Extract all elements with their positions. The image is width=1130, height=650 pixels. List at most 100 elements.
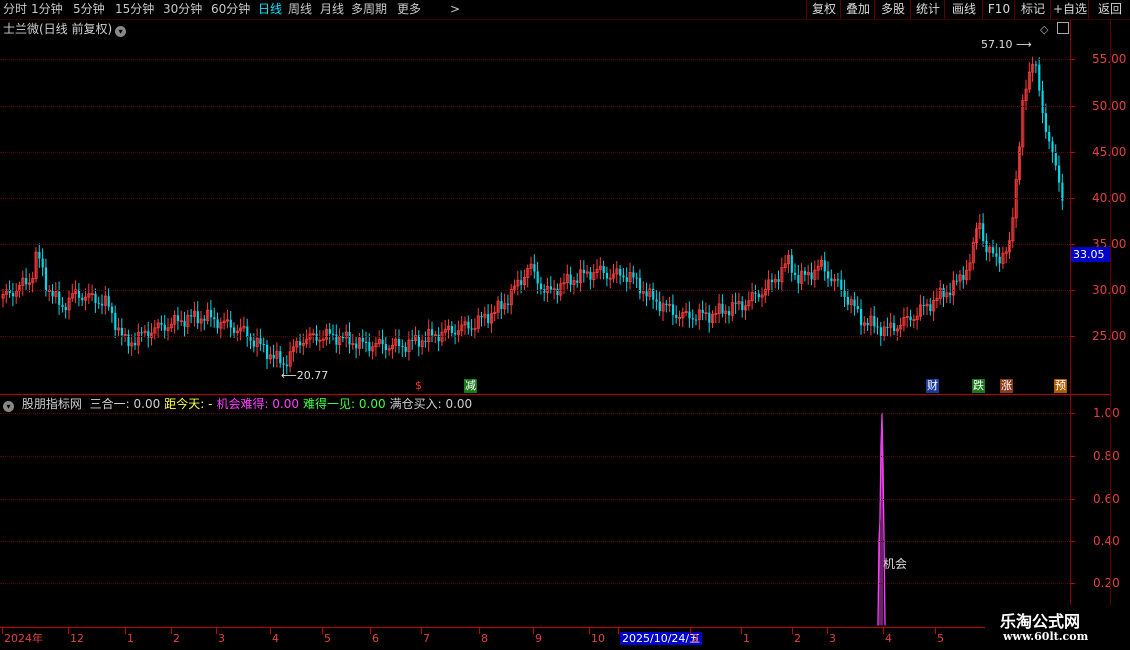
time-axis-tick: [2, 628, 3, 634]
event-marker-5[interactable]: 预: [1054, 379, 1067, 393]
time-axis-label: 2024年: [4, 632, 43, 645]
candle-body: [470, 328, 473, 330]
candle-body: [401, 346, 404, 348]
toolbar-button-0[interactable]: 复权: [806, 0, 841, 19]
candle-body: [176, 315, 180, 322]
candle-body: [163, 324, 166, 331]
time-axis-label: 5: [937, 632, 944, 645]
candle-body: [539, 283, 543, 290]
candle-body: [404, 347, 407, 352]
settings-diamond-icon[interactable]: ◇: [1040, 23, 1048, 36]
tab-timeframe-6[interactable]: 日线: [258, 0, 282, 19]
high-price-label: 57.10 ⟶: [981, 38, 1032, 51]
candle-body: [487, 314, 490, 324]
pane-separator[interactable]: [0, 394, 1110, 395]
toolbar-button-3[interactable]: 统计: [910, 0, 945, 19]
indicator-grid-line: [0, 583, 1070, 584]
candle-body: [97, 302, 100, 304]
candle-body: [886, 326, 889, 328]
candle-body: [962, 274, 965, 280]
toolbar-button-6[interactable]: 标记: [1014, 0, 1051, 19]
candle-body: [757, 293, 760, 298]
time-axis-tick: [533, 628, 534, 634]
candle-body: [520, 280, 523, 285]
candle-body: [619, 268, 622, 276]
candle-body: [721, 303, 724, 314]
time-axis-label: 10: [591, 632, 605, 645]
tab-timeframe-9[interactable]: 多周期: [351, 0, 387, 19]
toolbar-button-2[interactable]: 多股: [874, 0, 911, 19]
time-axis-label: 6: [372, 632, 379, 645]
time-axis-tick: [690, 628, 691, 634]
candle-body: [107, 296, 110, 307]
candle-body: [873, 316, 876, 327]
candle-body: [249, 337, 252, 341]
candle-body: [196, 311, 199, 324]
right-side-panel[interactable]: [1110, 20, 1130, 605]
panel-toggle-icon[interactable]: [1057, 22, 1069, 34]
candle-body: [992, 247, 995, 254]
event-marker-3[interactable]: 跌: [972, 379, 985, 393]
candle-body: [836, 279, 840, 281]
candle-body: [190, 315, 193, 317]
candle-body: [44, 267, 48, 292]
time-axis-tick: [589, 628, 590, 634]
candle-body: [348, 331, 351, 345]
candle-body: [909, 316, 912, 321]
time-axis-label: 8: [481, 632, 488, 645]
candle-body: [1058, 165, 1061, 183]
toolbar: 分时 1分钟 5分钟 15分钟 30分钟 60分钟 日线 周线 月线 多周期 更多 > 复权 叠加 多股统…: [0, 0, 1130, 20]
candle-body: [893, 323, 896, 331]
price-grid-line: [0, 198, 1070, 199]
tab-timeframe-4[interactable]: 30分钟: [163, 0, 202, 19]
candle-body: [856, 306, 859, 309]
candle-body: [467, 321, 470, 329]
indicator-chart[interactable]: [0, 396, 1110, 626]
candle-body: [675, 314, 678, 318]
candle-body: [985, 241, 988, 253]
indicator-grid-line: [0, 413, 1070, 414]
tab-timeframe-0[interactable]: 分时: [3, 0, 27, 19]
candle-body: [866, 322, 869, 326]
tab-timeframe-3[interactable]: 15分钟: [115, 0, 154, 19]
toolbar-button-1[interactable]: 叠加: [840, 0, 875, 19]
toolbar-button-8[interactable]: 返回: [1088, 0, 1130, 19]
candle-body: [252, 340, 255, 347]
tab-timeframe-8[interactable]: 月线: [320, 0, 344, 19]
tab-timeframe-2[interactable]: 5分钟: [73, 0, 105, 19]
candle-body: [823, 260, 826, 272]
candle-body: [876, 326, 879, 328]
toolbar-button-5[interactable]: F10: [982, 0, 1015, 19]
watermark-title: 乐淘公式网: [1000, 612, 1081, 631]
candle-body: [411, 340, 414, 342]
candle-body: [51, 290, 54, 297]
candle-body: [625, 277, 628, 282]
chevron-right-icon[interactable]: >: [450, 0, 460, 19]
tab-timeframe-1[interactable]: 1分钟: [31, 0, 63, 19]
chart-title[interactable]: 士兰微(日线 前复权) ▾: [3, 21, 127, 37]
tab-timeframe-5[interactable]: 60分钟: [211, 0, 250, 19]
toolbar-button-7[interactable]: +自选: [1050, 0, 1089, 19]
tab-timeframe-7[interactable]: 周线: [288, 0, 312, 19]
candle-body: [328, 329, 331, 334]
candle-body: [840, 279, 843, 290]
candle-body: [216, 319, 219, 329]
indicator-grid-line: [0, 456, 1070, 457]
candle-body: [355, 343, 358, 349]
candle-body: [279, 351, 282, 364]
candle-body: [622, 275, 625, 278]
candle-body: [266, 344, 269, 359]
toolbar-button-4[interactable]: 画线: [944, 0, 983, 19]
event-marker-1[interactable]: 减: [464, 379, 477, 393]
candle-body: [94, 293, 97, 303]
tab-timeframe-10[interactable]: 更多: [397, 0, 421, 19]
time-axis-label: 2: [173, 632, 180, 645]
event-marker-4[interactable]: 涨: [1000, 379, 1013, 393]
event-marker-2[interactable]: 财: [926, 379, 939, 393]
candle-body: [25, 278, 28, 285]
candle-body: [506, 303, 510, 305]
candle-body: [203, 318, 206, 321]
candle-body: [860, 308, 863, 326]
candlestick-chart[interactable]: [0, 36, 1110, 394]
event-marker-0[interactable]: $: [414, 379, 423, 393]
